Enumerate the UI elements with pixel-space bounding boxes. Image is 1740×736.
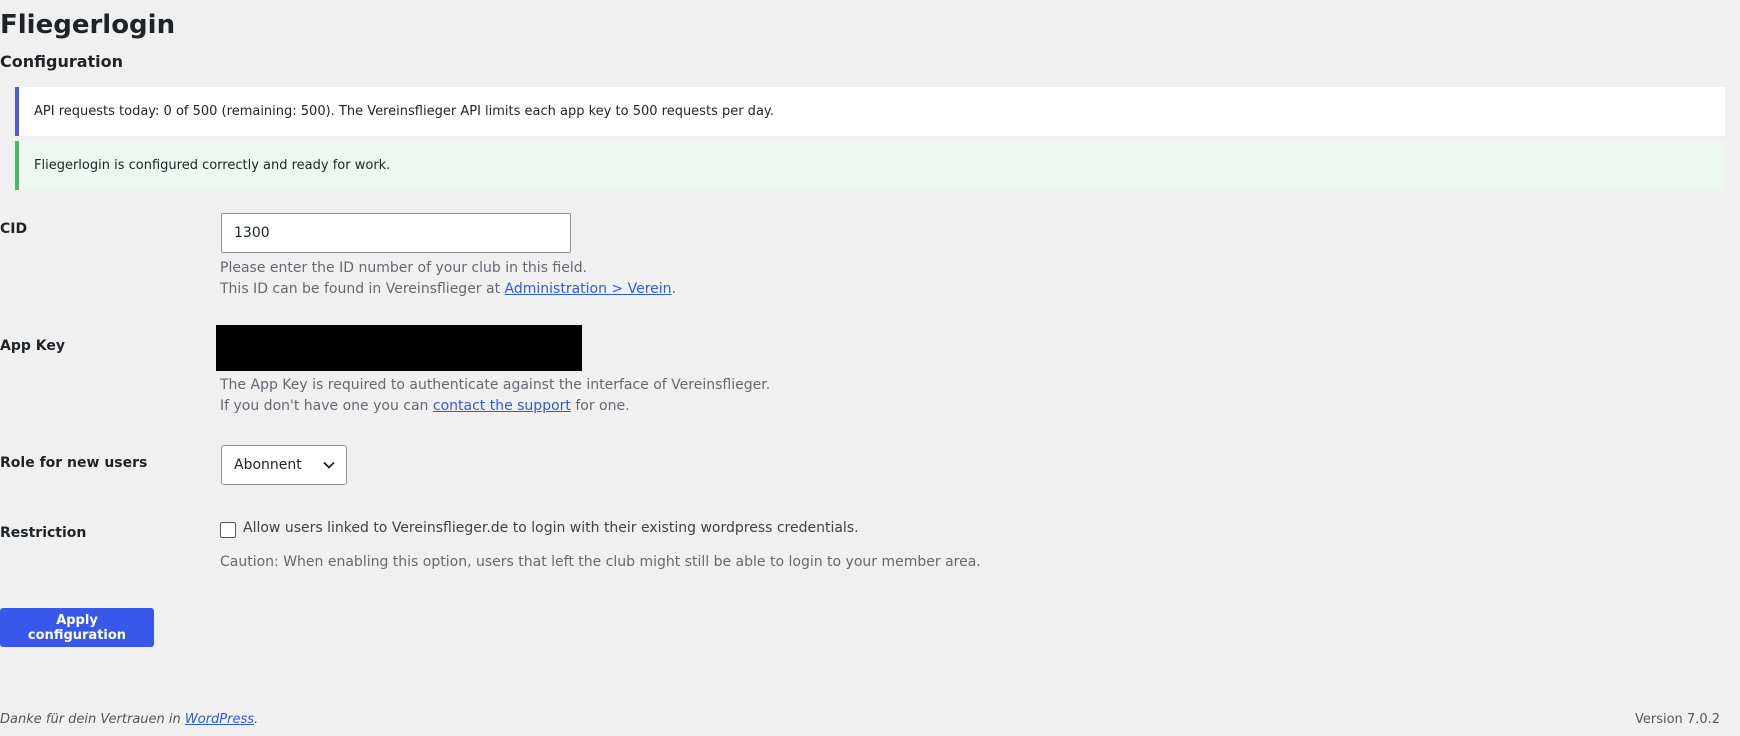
- app-key-description: The App Key is required to authenticate …: [220, 375, 770, 417]
- footer-thanks-prefix: Danke für dein Vertrauen in: [0, 712, 185, 727]
- section-title: Configuration: [0, 52, 124, 71]
- cid-input[interactable]: [221, 213, 571, 253]
- restriction-label: Restriction: [0, 525, 87, 541]
- app-key-description-prefix: If you don't have one you can: [220, 398, 433, 414]
- app-key-input-redacted[interactable]: [216, 325, 582, 371]
- footer-thanks-suffix: .: [254, 712, 259, 727]
- cid-description-line2: This ID can be found in Vereinsflieger a…: [220, 279, 676, 300]
- role-label: Role for new users: [0, 455, 148, 471]
- app-key-description-line2: If you don't have one you can contact th…: [220, 396, 770, 417]
- api-usage-notice: API requests today: 0 of 500 (remaining:…: [15, 87, 1725, 136]
- cid-description: Please enter the ID number of your club …: [220, 258, 676, 300]
- app-key-label: App Key: [0, 338, 65, 354]
- restriction-checkbox[interactable]: [220, 522, 236, 538]
- administration-verein-link[interactable]: Administration > Verein: [505, 281, 672, 297]
- role-select[interactable]: Abonnent: [221, 445, 347, 485]
- cid-description-suffix: .: [671, 281, 676, 297]
- role-select-value: Abonnent: [234, 457, 302, 473]
- settings-page: Fliegerlogin Configuration API requests …: [0, 0, 1740, 736]
- cid-label: CID: [0, 221, 28, 237]
- cid-description-line1: Please enter the ID number of your club …: [220, 260, 588, 276]
- restriction-caution: Caution: When enabling this option, user…: [220, 554, 981, 570]
- restriction-checkbox-label[interactable]: Allow users linked to Vereinsflieger.de …: [243, 520, 859, 536]
- wordpress-link[interactable]: WordPress: [185, 712, 254, 727]
- footer-version: Version 7.0.2: [1634, 712, 1720, 727]
- cid-description-prefix: This ID can be found in Vereinsflieger a…: [220, 281, 505, 297]
- app-key-description-suffix: for one.: [570, 398, 630, 414]
- footer-thanks: Danke für dein Vertrauen in WordPress.: [0, 712, 258, 727]
- chevron-down-icon: [323, 461, 335, 469]
- contact-support-link[interactable]: contact the support: [433, 398, 571, 414]
- app-key-description-line1: The App Key is required to authenticate …: [220, 377, 771, 393]
- apply-configuration-button[interactable]: Apply configuration: [0, 608, 154, 647]
- page-title: Fliegerlogin: [0, 10, 176, 40]
- config-success-notice: Fliegerlogin is configured correctly and…: [15, 141, 1725, 190]
